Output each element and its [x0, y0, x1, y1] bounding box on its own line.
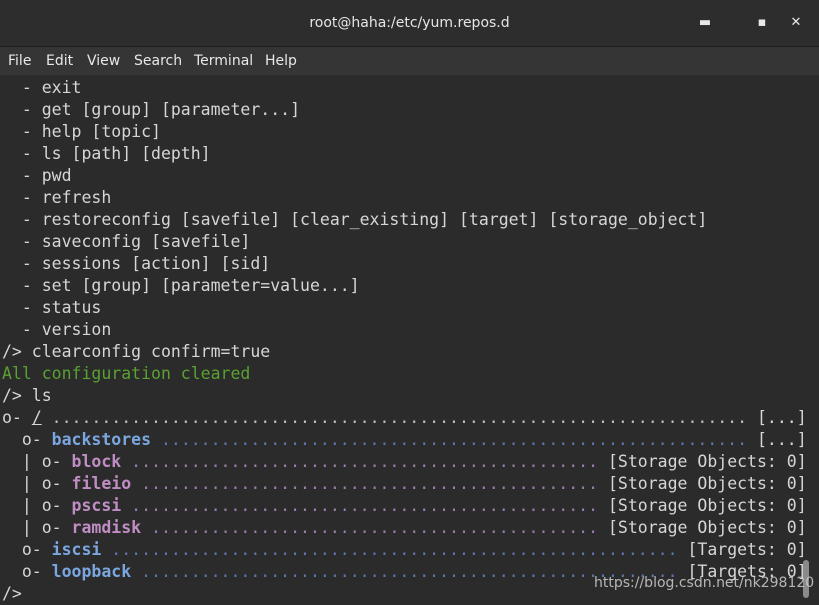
help-line: - ls [path] [depth]	[2, 144, 211, 163]
tree-dots: ........................................…	[131, 474, 608, 493]
minimize-button[interactable]: ▬	[690, 0, 720, 46]
command-output-success: All configuration cleared	[2, 364, 251, 383]
window-titlebar[interactable]: root@haha:/etc/yum.repos.d ▬ ▪ ✕	[0, 0, 819, 47]
tree-node-name: iscsi	[51, 540, 102, 559]
help-line: - restoreconfig [savefile] [clear_existi…	[2, 210, 708, 229]
help-line: - pwd	[2, 166, 72, 185]
menu-terminal[interactable]: Terminal	[194, 47, 253, 75]
tree-node-info: [...]	[756, 430, 807, 449]
tree-prefix: | o-	[2, 474, 72, 493]
tree-row-iscsi: o- iscsi ...............................…	[2, 539, 807, 561]
tree-node-name: backstores	[51, 430, 152, 449]
help-line: - help [topic]	[2, 122, 161, 141]
tree-prefix: | o-	[2, 496, 72, 515]
help-line: - saveconfig [savefile]	[2, 232, 251, 251]
terminal-output[interactable]: - exit - get [group] [parameter...] - he…	[0, 75, 807, 603]
tree-node-name: block	[71, 452, 122, 471]
help-line: - version	[2, 320, 112, 339]
menu-view[interactable]: View	[87, 47, 120, 75]
tree-row-fileio: | o- fileio ............................…	[2, 473, 807, 495]
maximize-button[interactable]: ▪	[747, 0, 777, 46]
menu-file[interactable]: File	[8, 47, 31, 75]
menu-search[interactable]: Search	[134, 47, 182, 75]
menu-bar: File Edit View Search Terminal Help	[0, 47, 819, 75]
watermark-text: https://blog.csdn.net/nk298120	[594, 575, 815, 591]
tree-dots: ........................................…	[101, 540, 688, 559]
command-clearconfig: /> clearconfig confirm=true	[2, 342, 271, 361]
tree-dots: ........................................…	[41, 408, 757, 427]
tree-dots: ........................................…	[121, 496, 608, 515]
menu-help[interactable]: Help	[265, 47, 297, 75]
help-line: - sessions [action] [sid]	[2, 254, 271, 273]
tree-row-pscsi: | o- pscsi .............................…	[2, 495, 807, 517]
tree-prefix: o-	[2, 562, 52, 581]
tree-node-info: [...]	[757, 408, 807, 427]
tree-node-info: [Targets: 0]	[687, 540, 807, 559]
close-button[interactable]: ✕	[781, 0, 811, 46]
tree-node-name: ramdisk	[71, 518, 142, 537]
tree-prefix: o-	[2, 408, 32, 427]
tree-prefix: o-	[2, 540, 52, 559]
tree-dots: ........................................…	[121, 452, 608, 471]
help-line: - refresh	[2, 188, 112, 207]
tree-dots: ........................................…	[151, 430, 757, 449]
tree-node-name: fileio	[71, 474, 132, 493]
tree-node-name: pscsi	[71, 496, 122, 515]
help-line: - exit	[2, 78, 82, 97]
help-line: - status	[2, 298, 102, 317]
tree-prefix: | o-	[2, 452, 72, 471]
tree-row-backstores: o- backstores ..........................…	[2, 429, 807, 451]
tree-row-ramdisk: | o- ramdisk ...........................…	[2, 517, 807, 539]
menu-edit[interactable]: Edit	[46, 47, 73, 75]
help-line: - set [group] [parameter=value...]	[2, 276, 360, 295]
tree-prefix: | o-	[2, 518, 72, 537]
scrollbar-track[interactable]	[806, 75, 819, 602]
help-line: - get [group] [parameter...]	[2, 100, 301, 119]
tree-node-info: [Storage Objects: 0]	[607, 474, 807, 493]
tree-dots: ........................................…	[141, 518, 608, 537]
command-ls: /> ls	[2, 386, 52, 405]
tree-node-info: [Storage Objects: 0]	[607, 496, 807, 515]
tree-node-name: loopback	[51, 562, 132, 581]
tree-node-info: [Storage Objects: 0]	[607, 518, 807, 537]
tree-prefix: o-	[2, 430, 52, 449]
tree-node-name: /	[31, 408, 42, 427]
tree-row-root: o- / ...................................…	[2, 407, 807, 429]
tree-row-block: | o- block .............................…	[2, 451, 807, 473]
tree-node-info: [Storage Objects: 0]	[607, 452, 807, 471]
